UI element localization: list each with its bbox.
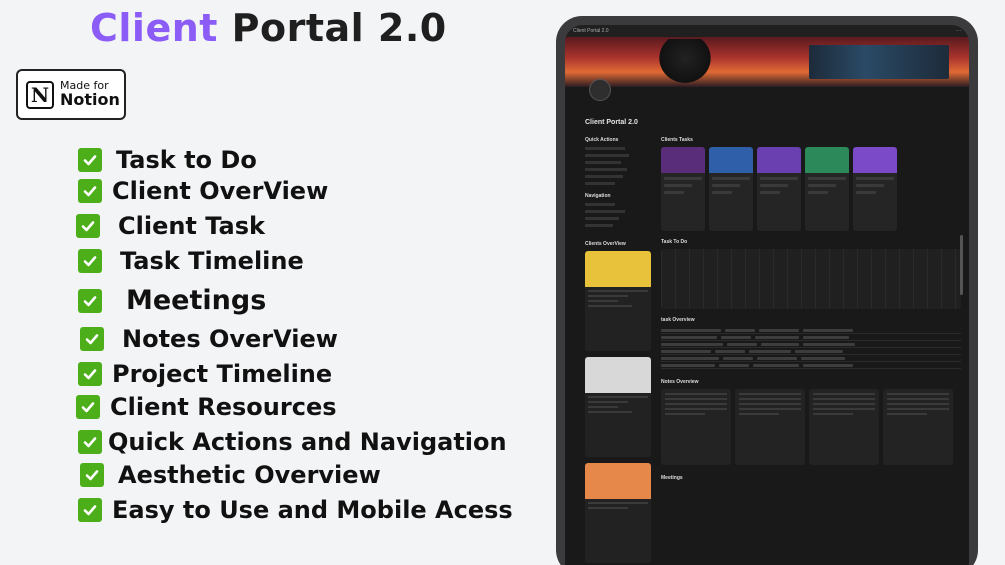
task-overview-table bbox=[661, 327, 961, 369]
check-icon bbox=[78, 430, 102, 454]
made-for-notion-badge: N Made for Notion bbox=[16, 69, 126, 120]
left-column: Quick Actions Navigation Clients OverVie… bbox=[585, 137, 651, 565]
check-icon bbox=[76, 214, 100, 238]
cover-banner bbox=[565, 37, 969, 87]
check-icon bbox=[80, 463, 104, 487]
title-accent: Client bbox=[90, 6, 218, 50]
meetings-heading: Meetings bbox=[661, 475, 683, 481]
scrollbar[interactable] bbox=[960, 235, 963, 295]
note-card[interactable] bbox=[883, 389, 953, 465]
table-row[interactable] bbox=[661, 334, 961, 341]
feature-item: Meetings bbox=[78, 285, 266, 316]
topbar-menu-icon[interactable]: ··· bbox=[956, 28, 961, 34]
check-icon bbox=[78, 148, 102, 172]
quick-actions-heading: Quick Actions bbox=[585, 137, 619, 143]
feature-label: Easy to Use and Mobile Acess bbox=[112, 496, 513, 524]
task-to-do-heading: Task To Do bbox=[661, 239, 688, 245]
feature-label: Task Timeline bbox=[120, 247, 304, 275]
screen-topbar: Client Portal 2.0 ··· bbox=[565, 25, 969, 37]
badge-line2: Notion bbox=[60, 89, 120, 109]
cover-person-image bbox=[655, 39, 715, 87]
check-icon bbox=[78, 498, 102, 522]
tablet-mockup: Client Portal 2.0 ··· Client Portal 2.0 … bbox=[556, 16, 978, 565]
client-avatar-image bbox=[585, 251, 651, 287]
task-overview-heading: task Overview bbox=[661, 317, 695, 323]
feature-item: Quick Actions and Navigation bbox=[78, 428, 507, 456]
table-row[interactable] bbox=[661, 348, 961, 355]
navigation-list[interactable] bbox=[585, 203, 651, 227]
client-card[interactable] bbox=[585, 357, 651, 457]
task-card[interactable] bbox=[709, 147, 753, 231]
feature-label: Project Timeline bbox=[112, 360, 333, 388]
table-row[interactable] bbox=[661, 362, 961, 369]
clients-overview-heading: Clients OverView bbox=[585, 241, 626, 247]
client-avatar-image bbox=[585, 357, 651, 393]
feature-label: Task to Do bbox=[116, 146, 257, 174]
feature-label: Client Task bbox=[118, 212, 265, 240]
tablet-screen: Client Portal 2.0 ··· Client Portal 2.0 … bbox=[565, 25, 969, 565]
notes-overview-heading: Notes Overview bbox=[661, 379, 699, 385]
client-card[interactable] bbox=[585, 251, 651, 351]
task-card[interactable] bbox=[661, 147, 705, 231]
feature-item: Client Resources bbox=[76, 393, 337, 421]
feature-label: Quick Actions and Navigation bbox=[108, 428, 507, 456]
notes-gallery bbox=[661, 389, 961, 465]
feature-item: Project Timeline bbox=[78, 360, 332, 388]
topbar-title: Client Portal 2.0 bbox=[573, 28, 609, 34]
check-icon bbox=[80, 327, 104, 351]
task-card[interactable] bbox=[757, 147, 801, 231]
check-icon bbox=[78, 249, 102, 273]
navigation-heading: Navigation bbox=[585, 193, 611, 199]
note-card[interactable] bbox=[735, 389, 805, 465]
page-title: Client Portal 2.0 bbox=[90, 6, 447, 50]
feature-item: Easy to Use and Mobile Acess bbox=[78, 496, 513, 524]
task-card[interactable] bbox=[853, 147, 897, 231]
feature-label: Aesthetic Overview bbox=[118, 461, 381, 489]
feature-item: Client OverView bbox=[78, 177, 328, 205]
feature-item: Notes OverView bbox=[80, 325, 338, 353]
table-row[interactable] bbox=[661, 341, 961, 348]
note-card[interactable] bbox=[661, 389, 731, 465]
clients-tasks-heading: Clients Tasks bbox=[661, 137, 693, 143]
task-timeline[interactable] bbox=[661, 249, 961, 309]
screen-page-title: Client Portal 2.0 bbox=[585, 119, 638, 126]
right-column: Clients Tasks Task To Do task Overview N… bbox=[661, 137, 961, 485]
page-icon bbox=[589, 79, 611, 101]
title-rest: Portal 2.0 bbox=[231, 6, 447, 50]
cover-monitors-image bbox=[809, 45, 949, 79]
feature-item: Client Task bbox=[76, 212, 265, 240]
feature-label: Notes OverView bbox=[122, 325, 338, 353]
feature-label: Meetings bbox=[126, 285, 267, 316]
check-icon bbox=[78, 179, 102, 203]
table-row[interactable] bbox=[661, 355, 961, 362]
check-icon bbox=[78, 362, 102, 386]
feature-label: Client Resources bbox=[110, 393, 337, 421]
notion-logo-icon: N bbox=[26, 80, 54, 109]
feature-item: Aesthetic Overview bbox=[80, 461, 381, 489]
client-avatar-image bbox=[585, 463, 651, 499]
note-card[interactable] bbox=[809, 389, 879, 465]
task-gallery bbox=[661, 147, 961, 231]
table-row[interactable] bbox=[661, 327, 961, 334]
task-card[interactable] bbox=[805, 147, 849, 231]
check-icon bbox=[76, 395, 100, 419]
feature-item: Task Timeline bbox=[78, 247, 304, 275]
feature-label: Client OverView bbox=[112, 177, 329, 205]
client-card[interactable] bbox=[585, 463, 651, 563]
check-icon bbox=[78, 288, 102, 313]
quick-actions-list[interactable] bbox=[585, 147, 651, 185]
feature-item: Task to Do bbox=[78, 146, 257, 174]
